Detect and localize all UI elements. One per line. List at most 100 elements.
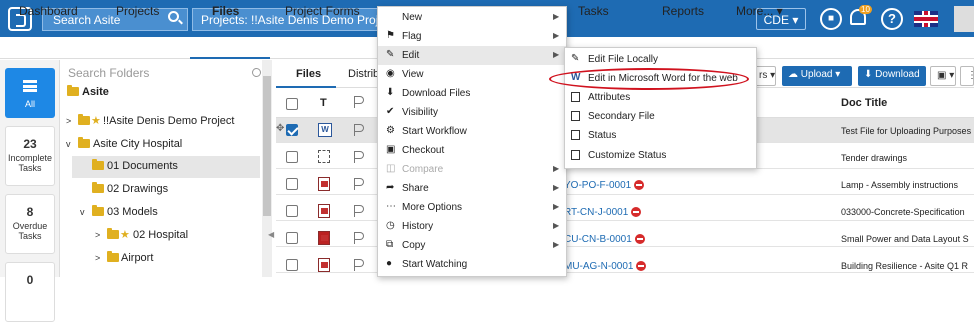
flag-icon[interactable] <box>354 178 364 190</box>
tab-project-forms[interactable]: Project Forms <box>285 4 360 18</box>
drag-handle-icon[interactable]: ✥ <box>276 123 284 134</box>
doc-title[interactable]: Lamp - Assembly instructions <box>841 180 974 190</box>
doc-title[interactable]: 033000-Concrete-Specification <box>841 207 974 217</box>
download-icon: ⬇ <box>386 87 395 98</box>
row-checkbox[interactable] <box>286 205 298 217</box>
folder-item[interactable]: 02 Drawings <box>60 179 260 201</box>
more-actions-button[interactable]: ⋮ <box>960 66 974 86</box>
select-all-checkbox[interactable] <box>286 98 298 110</box>
folder-item[interactable]: v 03 Models <box>60 202 260 224</box>
folder-scrollbar-thumb[interactable] <box>263 76 271 216</box>
chevron-right-icon[interactable]: > <box>95 253 100 263</box>
download-button[interactable]: ⬇ Download <box>858 66 926 86</box>
tab-tasks[interactable]: Tasks <box>578 4 609 18</box>
menu-item-new[interactable]: New ▶ <box>378 8 566 27</box>
doc-title[interactable]: Building Resilience - Asite Q1 R <box>841 261 974 271</box>
folder-item[interactable]: v Asite City Hospital <box>60 134 260 156</box>
tab-reports[interactable]: Reports <box>662 4 704 18</box>
cad-file-icon <box>318 231 330 245</box>
menu-item-edit[interactable]: ✎ Edit ▶ <box>378 46 566 65</box>
search-icon[interactable] <box>168 11 179 22</box>
flag-icon[interactable] <box>354 259 364 271</box>
folder-item-selected[interactable]: 01 Documents <box>72 156 260 178</box>
tab-dashboard[interactable]: Dashboard <box>19 4 78 18</box>
submenu-item-secondary-file[interactable]: Secondary File <box>565 107 756 126</box>
placeholder-file-icon <box>318 150 330 163</box>
submenu-label: Attributes <box>588 92 631 103</box>
row-checkbox[interactable] <box>286 259 298 271</box>
flag-icon[interactable] <box>354 232 364 244</box>
column-type[interactable]: T <box>320 97 327 109</box>
menu-item-start-workflow[interactable]: ⚙ Start Workflow <box>378 122 566 141</box>
flag-column-icon[interactable] <box>354 96 364 108</box>
avatar[interactable] <box>954 6 974 32</box>
submenu-item-status[interactable]: Status <box>565 126 756 145</box>
chevron-right-icon[interactable]: > <box>66 116 71 126</box>
menu-label: Start Watching <box>402 259 468 270</box>
doc-title[interactable]: Tender drawings <box>841 153 974 163</box>
menu-item-share[interactable]: ➦ Share ▶ <box>378 179 566 198</box>
doc-ref-text: RT-CN-J-0001 <box>564 207 629 218</box>
folder-item[interactable]: > ★ 02 Hospital <box>60 225 260 247</box>
menu-item-copy[interactable]: ⧉ Copy ▶ <box>378 236 566 255</box>
submenu-item-customize-status[interactable]: Customize Status <box>565 146 756 165</box>
menu-item-view[interactable]: ◉ View <box>378 65 566 84</box>
row-checkbox[interactable] <box>286 178 298 190</box>
menu-item-download-files[interactable]: ⬇ Download Files <box>378 84 566 103</box>
folder-item[interactable]: > ★ !!Asite Denis Demo Project <box>60 111 260 133</box>
menu-label: View <box>402 69 424 80</box>
folder-icon <box>107 228 119 239</box>
history-icon: ◷ <box>386 220 395 231</box>
checkout-icon: ▣ <box>386 144 396 155</box>
menu-item-checkout[interactable]: ▣ Checkout <box>378 141 566 160</box>
overdue-tasks-button[interactable]: 8 Overdue Tasks <box>5 194 55 254</box>
doc-title[interactable]: Test File for Uploading Purposes <box>841 126 974 136</box>
incomplete-tasks-button[interactable]: 23 Incomplete Tasks <box>5 126 55 186</box>
menu-item-more-options[interactable]: ⋯ More Options ▶ <box>378 198 566 217</box>
menu-item-flag[interactable]: ⚑ Flag ▶ <box>378 27 566 46</box>
chevron-down-icon[interactable]: v <box>66 139 71 149</box>
menu-label: Flag <box>402 31 422 42</box>
star-icon: ★ <box>120 229 130 241</box>
status-icon <box>571 130 581 141</box>
next-tasks-button[interactable]: 0 <box>5 262 55 322</box>
flag-icon[interactable] <box>354 205 364 217</box>
menu-item-history[interactable]: ◷ History ▶ <box>378 217 566 236</box>
submenu-item-edit-locally[interactable]: ✎ Edit File Locally <box>565 50 756 69</box>
doc-ref-text: MU-AG-N-0001 <box>564 261 634 272</box>
video-icon[interactable]: ■ <box>820 8 842 30</box>
doc-ref[interactable]: CU-CN-B-0001 <box>564 234 645 245</box>
row-checkbox[interactable] <box>286 124 298 136</box>
menu-item-start-watching[interactable]: ● Start Watching <box>378 255 566 274</box>
folder-search-icon[interactable] <box>252 68 261 77</box>
row-checkbox[interactable] <box>286 232 298 244</box>
row-checkbox[interactable] <box>286 151 298 163</box>
help-icon[interactable]: ? <box>881 8 903 30</box>
uk-flag-icon[interactable] <box>914 11 938 27</box>
upload-button[interactable]: ☁ Upload ▾ <box>782 66 852 86</box>
submenu-item-attributes[interactable]: Attributes <box>565 88 756 107</box>
doc-ref[interactable]: MU-AG-N-0001 <box>564 261 647 272</box>
folder-item[interactable]: Asite <box>60 82 260 104</box>
tab-more[interactable]: More... ▾ <box>736 4 783 18</box>
menu-item-compare[interactable]: ◫ Compare ▶ <box>378 160 566 179</box>
doc-title[interactable]: Small Power and Data Layout S <box>841 234 974 244</box>
doc-ref[interactable]: YO-PO-F-0001 <box>564 180 645 191</box>
export-button[interactable]: ▣ ▾ <box>930 66 956 86</box>
tab-files-list[interactable]: Files <box>296 68 321 80</box>
folder-label: 03 Models <box>107 206 158 218</box>
tab-files[interactable]: Files <box>212 4 239 18</box>
chevron-down-icon[interactable]: v <box>80 207 85 217</box>
all-tasks-button[interactable]: All <box>5 68 55 118</box>
menu-label: Start Workflow <box>402 126 467 137</box>
chevron-right-icon[interactable]: > <box>95 230 100 240</box>
flag-icon[interactable] <box>354 151 364 163</box>
attributes-icon <box>571 92 581 103</box>
folder-item[interactable]: > Airport <box>60 248 260 270</box>
doc-ref[interactable]: RT-CN-J-0001 <box>564 207 642 218</box>
menu-item-visibility[interactable]: ✔ Visibility <box>378 103 566 122</box>
flag-icon[interactable] <box>354 124 364 136</box>
column-doc-title[interactable]: Doc Title <box>841 97 887 109</box>
collapse-panel-icon[interactable]: ◀ <box>268 230 274 239</box>
tab-projects[interactable]: Projects <box>116 4 159 18</box>
